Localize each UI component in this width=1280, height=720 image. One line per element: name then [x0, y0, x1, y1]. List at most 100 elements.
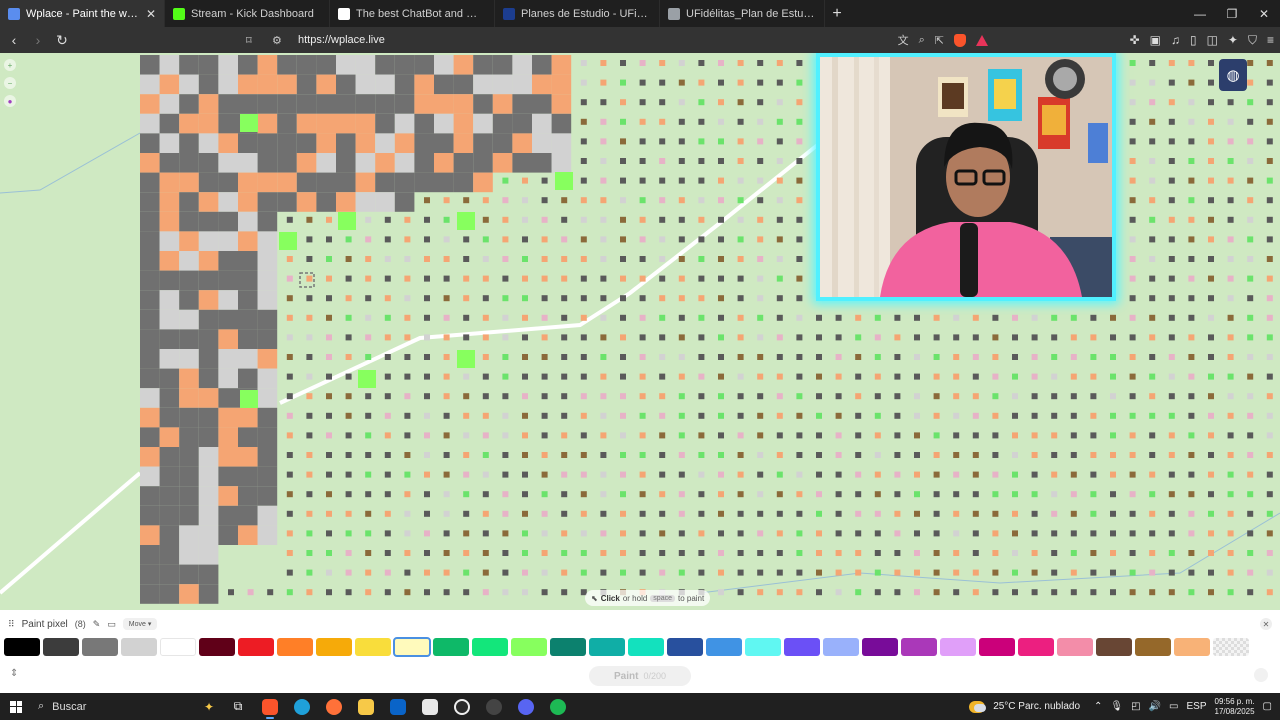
notifications-icon[interactable]: ▢: [1263, 701, 1272, 712]
browser-tab[interactable]: The best ChatBot and Widgets fo: [330, 0, 495, 27]
color-swatch[interactable]: [4, 638, 40, 656]
color-swatch[interactable]: [82, 638, 118, 656]
minimize-icon[interactable]: —: [1184, 0, 1216, 27]
edge-taskbar-icon[interactable]: [286, 693, 318, 720]
tray-chevron-icon[interactable]: ⌃: [1094, 701, 1102, 712]
task-view-icon[interactable]: ⧉: [222, 693, 254, 720]
color-swatch[interactable]: [43, 638, 79, 656]
color-swatch[interactable]: [472, 638, 508, 656]
new-tab-button[interactable]: +: [825, 5, 849, 23]
vpn-icon[interactable]: ⛉: [1248, 33, 1257, 48]
extensions-icon[interactable]: ✜: [1130, 33, 1140, 47]
file-explorer-icon[interactable]: [350, 693, 382, 720]
zoom-out-icon[interactable]: −: [4, 77, 16, 89]
address-bar[interactable]: ⌑ ⚙ https://wplace.live 文 ⌕ ⇱: [246, 29, 988, 51]
discord-taskbar-icon[interactable]: [510, 693, 542, 720]
eyedropper-icon[interactable]: [1254, 668, 1268, 682]
toggle-icon[interactable]: ▭: [107, 619, 116, 630]
media-icon[interactable]: ♫: [1171, 33, 1180, 47]
brave-taskbar-icon[interactable]: [254, 693, 286, 720]
zoom-icon[interactable]: ⌕: [919, 34, 925, 47]
color-swatch[interactable]: [979, 638, 1015, 656]
volume-icon[interactable]: 🔊: [1149, 701, 1161, 712]
restore-icon[interactable]: ❐: [1216, 0, 1248, 27]
store-taskbar-icon[interactable]: [414, 693, 446, 720]
wplace-canvas[interactable]: + − ● ◍ ⬉ Click or hold space to paint: [0, 53, 1280, 610]
sidebar-icon[interactable]: ▯: [1190, 33, 1197, 47]
color-swatch[interactable]: [823, 638, 859, 656]
menu-icon[interactable]: ≡: [1267, 33, 1274, 47]
firefox-taskbar-icon[interactable]: [318, 693, 350, 720]
color-swatch[interactable]: [1096, 638, 1132, 656]
spotify-taskbar-icon[interactable]: [542, 693, 574, 720]
browser-tab[interactable]: Wplace - Paint the world ✕: [0, 0, 165, 27]
drag-handle-icon[interactable]: ⠿: [8, 619, 15, 630]
color-swatch[interactable]: [550, 638, 586, 656]
color-swatch[interactable]: [355, 638, 391, 656]
color-swatch[interactable]: [1213, 638, 1249, 656]
color-swatch[interactable]: [1174, 638, 1210, 656]
color-swatch[interactable]: [433, 638, 469, 656]
color-swatch[interactable]: [511, 638, 547, 656]
color-swatch[interactable]: [121, 638, 157, 656]
color-swatch[interactable]: [238, 638, 274, 656]
browser-tab[interactable]: UFidélitas_Plan de Estudios_Ing Siste: [660, 0, 825, 27]
url-text[interactable]: https://wplace.live: [298, 34, 385, 46]
color-swatch[interactable]: [1057, 638, 1093, 656]
color-swatch[interactable]: [1135, 638, 1171, 656]
color-swatch[interactable]: [160, 638, 196, 656]
color-swatch[interactable]: [1018, 638, 1054, 656]
color-swatch[interactable]: [901, 638, 937, 656]
battery-icon[interactable]: ▭: [1169, 701, 1178, 712]
color-swatch[interactable]: [277, 638, 313, 656]
obs-taskbar-icon[interactable]: [446, 693, 478, 720]
weather-text[interactable]: 25°C Parc. nublado: [993, 701, 1080, 712]
app-taskbar-icon[interactable]: [478, 693, 510, 720]
clock[interactable]: 09:56 p. m. 17/08/2025: [1215, 697, 1255, 717]
start-button[interactable]: [0, 693, 32, 720]
globe-icon[interactable]: ◍: [1219, 59, 1247, 91]
color-swatch[interactable]: [667, 638, 703, 656]
close-window-icon[interactable]: ✕: [1248, 0, 1280, 27]
browser-tab[interactable]: Planes de Estudio - UFidélitas: [495, 0, 660, 27]
paint-button[interactable]: Paint 0/200: [589, 666, 691, 686]
outlook-taskbar-icon[interactable]: [382, 693, 414, 720]
move-button[interactable]: Move ▾: [122, 618, 158, 630]
microphone-icon[interactable]: 🎙: [1110, 701, 1123, 712]
wallet-icon[interactable]: ◫: [1207, 33, 1218, 47]
color-swatch[interactable]: [316, 638, 352, 656]
color-swatch[interactable]: [589, 638, 625, 656]
expand-icon[interactable]: ⇕: [10, 668, 18, 679]
network-icon[interactable]: ◰: [1131, 701, 1140, 712]
color-swatch[interactable]: [199, 638, 235, 656]
bookmark-icon[interactable]: ⌑: [246, 34, 262, 47]
color-swatch[interactable]: [940, 638, 976, 656]
color-swatch[interactable]: [862, 638, 898, 656]
color-swatch[interactable]: [393, 637, 431, 657]
forward-icon[interactable]: ›: [28, 30, 48, 50]
color-swatch[interactable]: [784, 638, 820, 656]
close-tab-icon[interactable]: ✕: [146, 7, 156, 21]
brave-shields-icon[interactable]: [954, 33, 966, 47]
close-panel-icon[interactable]: ✕: [1260, 618, 1272, 630]
leo-ai-icon[interactable]: ✦: [1228, 33, 1238, 47]
screenshot-icon[interactable]: ▣: [1150, 33, 1161, 47]
pixel-dot: [522, 412, 528, 419]
pixel-dot: [286, 256, 293, 262]
pencil-icon[interactable]: ✎: [93, 619, 101, 630]
brave-rewards-icon[interactable]: [976, 34, 988, 46]
language-indicator[interactable]: ESP: [1186, 701, 1206, 712]
taskbar-search[interactable]: ⌕ Buscar ✦: [32, 693, 222, 720]
color-swatch[interactable]: [628, 638, 664, 656]
zoom-in-icon[interactable]: +: [4, 59, 16, 71]
reload-icon[interactable]: ↻: [52, 30, 72, 50]
paint-mode-icon[interactable]: ●: [4, 95, 16, 107]
pixel-dot: [678, 295, 685, 302]
browser-tab[interactable]: Stream - Kick Dashboard: [165, 0, 330, 27]
site-info-icon[interactable]: ⚙: [272, 34, 288, 47]
back-icon[interactable]: ‹: [4, 30, 24, 50]
color-swatch[interactable]: [706, 638, 742, 656]
color-swatch[interactable]: [745, 638, 781, 656]
share-icon[interactable]: ⇱: [935, 34, 944, 47]
translate-icon[interactable]: 文: [898, 32, 909, 48]
